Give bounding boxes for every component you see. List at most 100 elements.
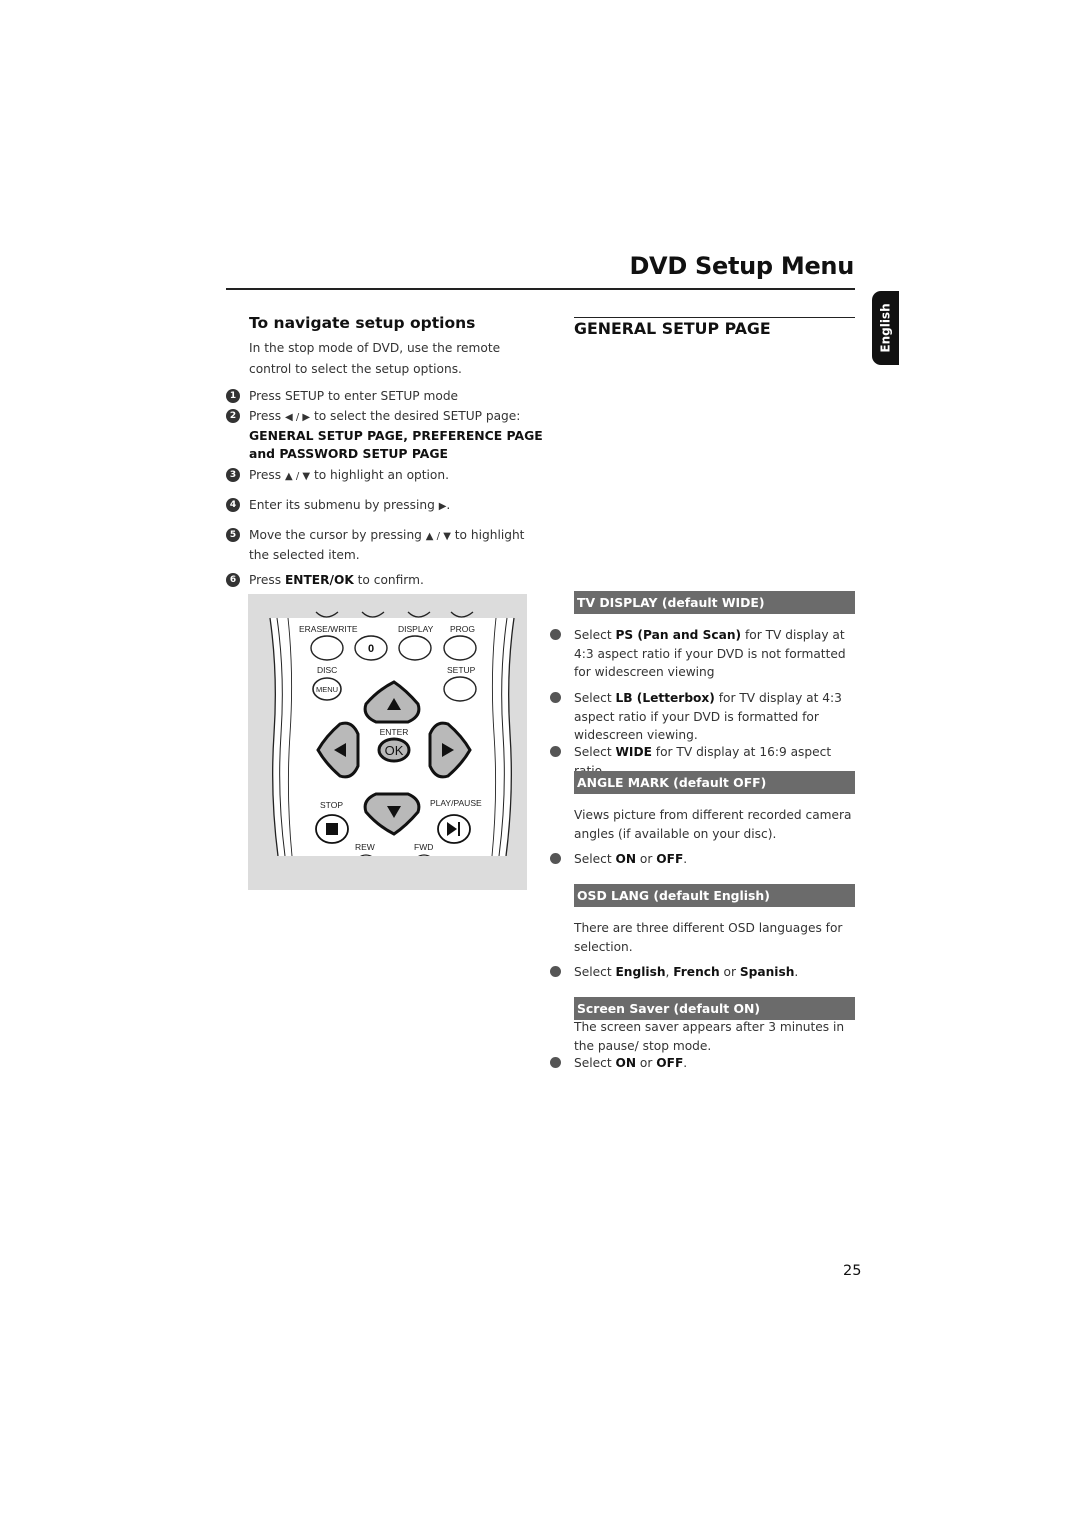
general-setup-divider xyxy=(574,317,855,318)
page-title: DVD Setup Menu xyxy=(629,252,854,280)
bullet-icon xyxy=(550,966,561,977)
up-down-arrows-icon: ▲ / ▼ xyxy=(284,471,311,482)
step-text-post: to highlight an option. xyxy=(313,468,449,482)
tv-display-option-ps: Select PS (Pan and Scan) for TV display … xyxy=(550,626,860,682)
angle-mark-header: ANGLE MARK (default OFF) xyxy=(574,771,855,794)
partial-button-3 xyxy=(407,611,431,618)
partial-button-4 xyxy=(450,611,474,618)
angle-mark-description: Views picture from different recorded ca… xyxy=(574,808,852,841)
osd-lang-option: Select English, French or Spanish. xyxy=(550,963,860,982)
step-text-pre: Press xyxy=(249,573,282,587)
step-1: 1 Press SETUP to enter SETUP mode xyxy=(226,387,546,406)
navigate-heading: To navigate setup options xyxy=(249,314,476,332)
prog-button xyxy=(443,635,477,661)
option-wide: WIDE xyxy=(615,745,652,759)
step-2: 2 Press ◀ / ▶ to select the desired SETU… xyxy=(226,407,546,463)
bullet-text-post: . xyxy=(794,965,799,979)
step-number: 1 xyxy=(226,389,240,403)
option-spanish: Spanish xyxy=(739,965,795,979)
play-pause-label: PLAY/PAUSE xyxy=(430,798,482,808)
step-number: 3 xyxy=(226,468,240,482)
bullet-icon xyxy=(550,853,561,864)
stop-label: STOP xyxy=(320,800,343,810)
pause-icon xyxy=(458,822,460,836)
tv-display-option-lb: Select LB (Letterbox) for TV display at … xyxy=(550,689,860,745)
step-text: Press SETUP to enter SETUP mode xyxy=(249,389,459,403)
step-text-post: to select the desired SETUP page: xyxy=(313,409,521,423)
intro-text: In the stop mode of DVD, use the remote … xyxy=(249,341,501,376)
title-divider xyxy=(226,288,855,290)
bullet-text-pre: Select xyxy=(574,745,612,759)
option-on: ON xyxy=(615,852,637,866)
up-down-arrows-icon: ▲ / ▼ xyxy=(425,531,451,542)
language-tab: English xyxy=(872,291,899,365)
step-number: 2 xyxy=(226,409,240,423)
osd-lang-description: There are three different OSD languages … xyxy=(574,921,843,954)
erase-write-label: ERASE/WRITE xyxy=(299,624,358,634)
stop-icon xyxy=(326,823,338,835)
setup-label: SETUP xyxy=(447,665,476,675)
remote-control-drawing: ERASE/WRITE DISPLAY PROG 0 DISC SETUP ME… xyxy=(248,611,527,890)
page-number: 25 xyxy=(843,1263,862,1279)
bullet-icon xyxy=(550,692,561,703)
option-english: English xyxy=(615,965,666,979)
bullet-text-post: . xyxy=(683,1056,688,1070)
step-3: 3 Press ▲ / ▼ to highlight an option. xyxy=(226,466,546,486)
step-number: 4 xyxy=(226,498,240,512)
bullet-text-or: or xyxy=(639,1056,653,1070)
bullet-text-pre: Select xyxy=(574,691,612,705)
zero-label: 0 xyxy=(368,643,374,655)
option-lb: LB (Letterbox) xyxy=(615,691,715,705)
tv-display-header: TV DISPLAY (default WIDE) xyxy=(574,591,855,614)
option-on: ON xyxy=(615,1056,637,1070)
enter-label: ENTER xyxy=(380,727,409,737)
step-text-post: to confirm. xyxy=(357,573,424,587)
screen-saver-option: Select ON or OFF. xyxy=(550,1054,860,1073)
screen-saver-description: The screen saver appears after 3 minutes… xyxy=(574,1020,845,1053)
bullet-text-pre: Select xyxy=(574,852,612,866)
setup-pages-list: GENERAL SETUP PAGE, PREFERENCE PAGE and … xyxy=(249,428,543,461)
bullet-icon xyxy=(550,1057,561,1068)
bullet-separator: , xyxy=(665,965,670,979)
step-text-pre: Move the cursor by pressing xyxy=(249,528,422,542)
step-text-post: . xyxy=(446,498,451,512)
partial-button-2 xyxy=(361,611,385,618)
bullet-icon xyxy=(550,629,561,640)
partial-button-1 xyxy=(315,611,339,618)
bullet-text-post: . xyxy=(683,852,688,866)
osd-lang-header: OSD LANG (default English) xyxy=(574,884,855,907)
bullet-text-pre: Select xyxy=(574,965,612,979)
menu-label: MENU xyxy=(316,685,338,694)
option-off: OFF xyxy=(656,852,684,866)
bullet-text-pre: Select xyxy=(574,628,612,642)
remote-control-illustration: ERASE/WRITE DISPLAY PROG 0 DISC SETUP ME… xyxy=(248,594,527,890)
prog-label: PROG xyxy=(450,624,475,634)
step-6: 6 Press ENTER/OK to confirm. xyxy=(226,571,546,590)
step-text-pre: Press xyxy=(249,468,282,482)
setup-button xyxy=(443,676,477,702)
enter-ok-label: ENTER/OK xyxy=(284,573,354,587)
ok-label: OK xyxy=(385,743,404,758)
rew-label: REW xyxy=(355,842,375,852)
step-text-pre: Enter its submenu by pressing xyxy=(249,498,435,512)
general-setup-heading: GENERAL SETUP PAGE xyxy=(574,319,771,338)
fwd-label: FWD xyxy=(414,842,433,852)
step-number: 5 xyxy=(226,528,240,542)
left-right-arrows-icon: ◀ / ▶ xyxy=(284,412,311,423)
bullet-text-pre: Select xyxy=(574,1056,612,1070)
bullet-text-or: or xyxy=(723,965,736,979)
step-4: 4 Enter its submenu by pressing ▶. xyxy=(226,496,546,516)
option-french: French xyxy=(673,965,720,979)
disc-label: DISC xyxy=(317,665,337,675)
display-label: DISPLAY xyxy=(398,624,434,634)
option-ps: PS (Pan and Scan) xyxy=(615,628,742,642)
step-number: 6 xyxy=(226,573,240,587)
bullet-icon xyxy=(550,746,561,757)
bullet-text-or: or xyxy=(639,852,653,866)
language-tab-label: English xyxy=(878,303,893,353)
step-5: 5 Move the cursor by pressing ▲ / ▼ to h… xyxy=(226,526,546,565)
step-text-pre: Press xyxy=(249,409,282,423)
option-off: OFF xyxy=(656,1056,684,1070)
screen-saver-header: Screen Saver (default ON) xyxy=(574,997,855,1020)
display-button xyxy=(398,635,432,661)
